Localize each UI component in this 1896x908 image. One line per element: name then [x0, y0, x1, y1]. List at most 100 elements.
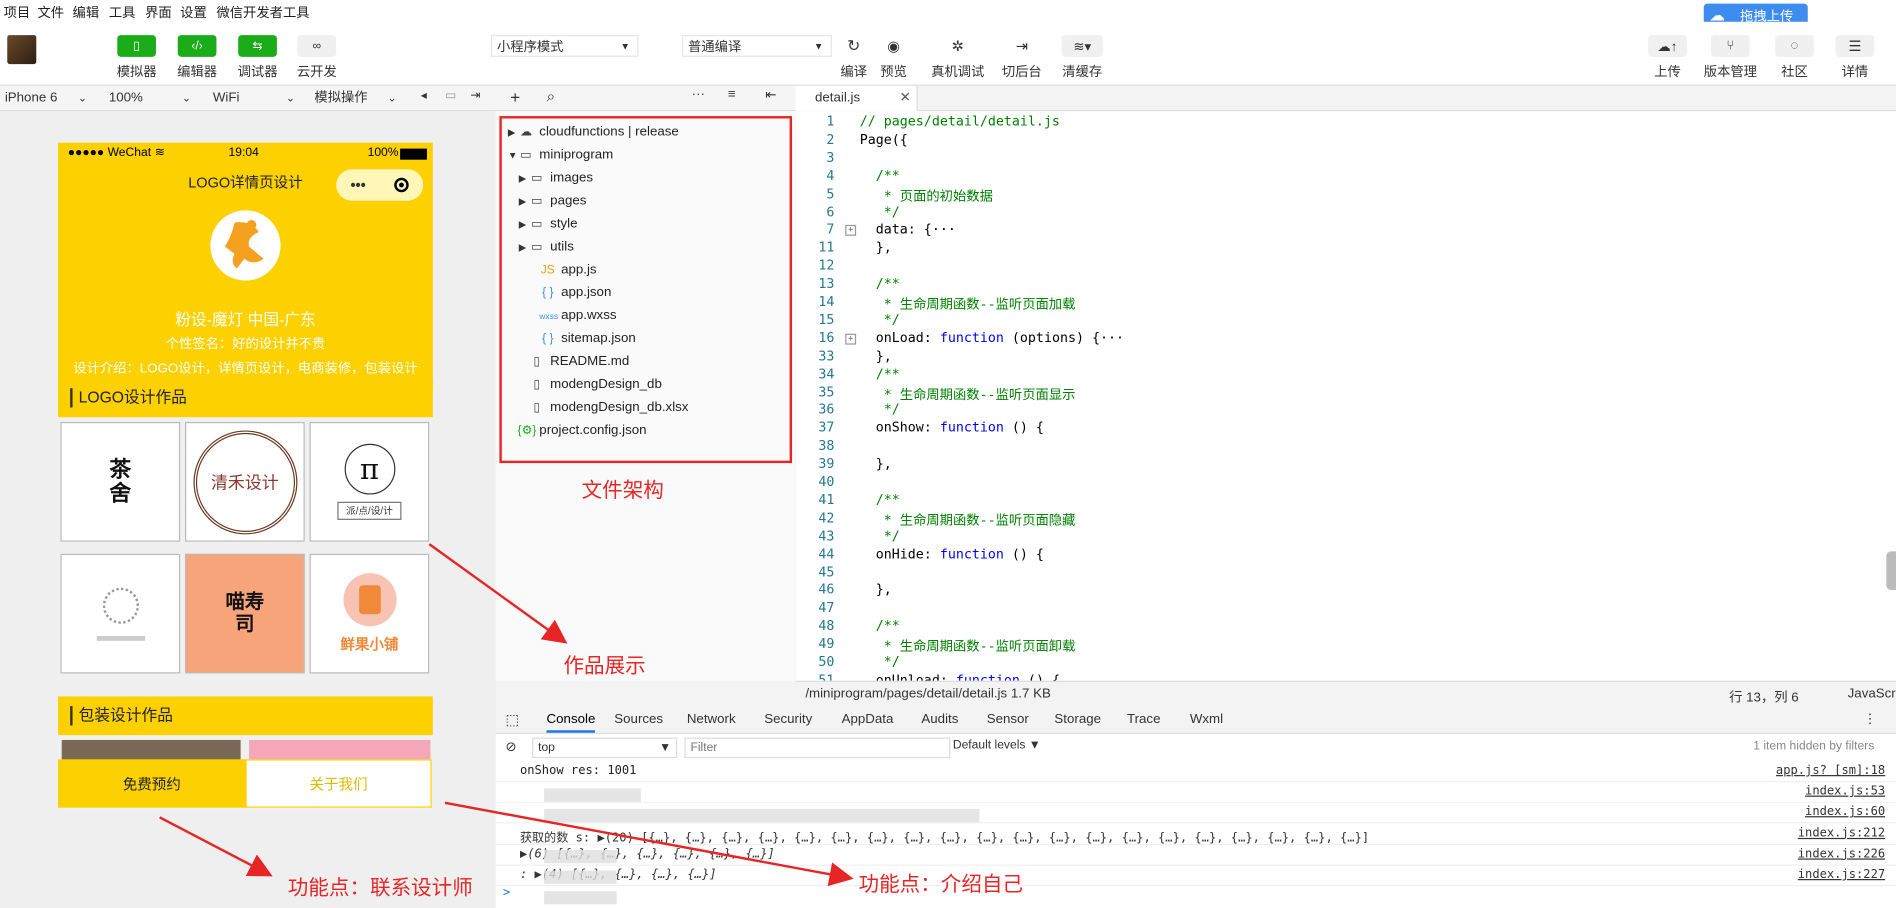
detach-icon[interactable]: ⇥ [470, 89, 480, 102]
search-icon[interactable]: ⌕ [547, 87, 556, 106]
compile-select[interactable]: 普通编译 ▼ [681, 35, 832, 57]
console-source-link[interactable]: index.js:227 [1798, 868, 1885, 881]
compile-button[interactable]: ↻ [834, 35, 874, 57]
devtools-tab[interactable]: Security [764, 712, 812, 727]
close-target-icon[interactable] [394, 177, 409, 193]
devtools-tab[interactable]: Audits [921, 712, 958, 727]
menu-tools[interactable]: 工具 [109, 2, 136, 21]
console-source-link[interactable]: index.js:226 [1798, 847, 1885, 860]
community-button[interactable]: ◌ [1775, 35, 1814, 57]
close-icon[interactable]: ✕ [900, 89, 911, 106]
tree-item[interactable]: { } sitemap.json [530, 328, 636, 351]
work-thumb-4[interactable] [60, 553, 181, 674]
tab-detail-js[interactable]: detail.js ✕ [795, 85, 918, 112]
menu-wechat-devtools[interactable]: 微信开发者工具 [216, 2, 309, 21]
sort-icon[interactable]: ≡ [728, 87, 736, 102]
avatar[interactable] [7, 35, 37, 65]
inspect-element-icon[interactable]: ⬚ [505, 711, 519, 728]
zoom-select[interactable]: 100% ⌄ [109, 88, 196, 107]
work-thumb-1[interactable]: 茶舍 [60, 421, 181, 542]
tree-item[interactable]: ▯ README.md [519, 351, 630, 374]
line-number: 43 [818, 527, 835, 544]
fold-toggle-icon[interactable]: + [845, 225, 857, 237]
menu-project[interactable]: 项目 [4, 2, 31, 21]
compile-select-value: 普通编译 [688, 39, 742, 55]
devtools-tab[interactable]: Sensor [987, 712, 1029, 727]
simulator-toggle-button[interactable]: ▯ [117, 35, 156, 57]
tree-item[interactable]: ▶ ▭ utils [519, 236, 574, 259]
console-prompt[interactable]: > [503, 886, 510, 899]
clear-cache-button[interactable]: ≋▾ [1061, 35, 1103, 57]
capsule-menu[interactable]: ••• [336, 169, 424, 201]
tree-item[interactable]: ▶ ▭ pages [519, 190, 587, 213]
about-us-button[interactable]: 关于我们 [245, 759, 432, 808]
menu-file[interactable]: 文件 [37, 2, 64, 21]
devtools-tab[interactable]: Console [546, 712, 596, 733]
tree-item[interactable]: {⚙} project.config.json [508, 420, 647, 443]
upload-button[interactable]: ☁↑ [1648, 35, 1687, 57]
tree-item[interactable]: ▼ ▭ miniprogram [508, 144, 613, 167]
devtools-tab[interactable]: Network [687, 712, 736, 727]
tree-item[interactable]: JS app.js [530, 259, 597, 282]
console-log-row: : ▶(4) [{…}, {…}, {…}, {…}] index.js:227 [495, 865, 1896, 887]
line-number: 49 [818, 636, 835, 652]
work-thumb-3[interactable]: π 派/点/设/计 [309, 421, 430, 542]
status-language[interactable]: JavaScript [1848, 687, 1896, 702]
more-dots-icon[interactable]: ••• [350, 177, 365, 194]
editor-scrollbar[interactable] [1886, 551, 1896, 591]
remote-debug-button[interactable]: ✲ [938, 35, 978, 57]
devtools-tab[interactable]: Trace [1127, 712, 1161, 727]
caret-down-icon: ▼ [507, 149, 518, 161]
details-button[interactable]: ☰ [1835, 35, 1875, 57]
work-thumb-6[interactable]: 鲜果小铺 [309, 553, 430, 674]
devtools-tab[interactable]: AppData [842, 712, 894, 727]
code-line: */ [859, 401, 900, 418]
context-select[interactable]: top ▼ [532, 737, 678, 759]
screen-icon[interactable]: ▭ [445, 89, 456, 102]
editor-toggle-button[interactable]: ‹/› [177, 35, 217, 57]
tree-item[interactable]: wxss app.wxss [530, 305, 616, 328]
menu-view[interactable]: 界面 [145, 2, 172, 21]
more-vertical-icon[interactable]: ⋮ [1863, 711, 1876, 727]
work-thumb-2[interactable]: 清禾设计 [185, 421, 305, 542]
add-file-icon[interactable]: + [510, 87, 520, 106]
clear-console-icon[interactable]: ⊘ [505, 739, 516, 755]
mode-select[interactable]: 小程序模式 ▼ [490, 35, 639, 57]
volume-icon[interactable]: ◂ [421, 89, 427, 102]
devtools-tab[interactable]: Wxml [1190, 712, 1223, 727]
tree-item[interactable]: ▶ ☁ cloudfunctions | release [508, 121, 679, 144]
tree-item[interactable]: { } app.json [530, 282, 611, 305]
background-switch-button[interactable]: ⇥ [1002, 35, 1042, 57]
console-source-link[interactable]: index.js:53 [1805, 785, 1885, 798]
menu-edit[interactable]: 编辑 [73, 2, 100, 21]
device-select[interactable]: iPhone 6 ⌄ [5, 88, 92, 107]
cloud-dev-button[interactable]: ∞ [297, 35, 337, 57]
fold-toggle-icon[interactable]: + [845, 333, 857, 345]
tree-item[interactable]: ▯ modengDesign_db [519, 374, 662, 397]
console-source-link[interactable]: app.js? [sm]:18 [1776, 764, 1885, 777]
collapse-panel-icon[interactable]: ⇤ [765, 87, 776, 103]
line-number: 39 [818, 455, 835, 472]
code-line: }, [859, 239, 892, 256]
book-free-button[interactable]: 免费预约 [58, 759, 246, 808]
tree-item[interactable]: ▯ modengDesign_db.xlsx [519, 397, 689, 420]
version-manage-button[interactable]: ⑂ [1711, 35, 1750, 57]
log-levels-select[interactable]: Default levels ▼ [953, 739, 1041, 752]
tree-item[interactable]: ▶ ▭ style [519, 213, 578, 236]
tree-item[interactable]: ▶ ▭ images [519, 167, 593, 190]
wxss-file-icon: wxss [539, 313, 559, 322]
menu-settings[interactable]: 设置 [180, 2, 207, 21]
more-icon[interactable]: ··· [692, 87, 705, 102]
debugger-toggle-button[interactable]: ⇆ [238, 35, 277, 57]
console-source-link[interactable]: index.js:60 [1805, 806, 1885, 819]
devtools-tab[interactable]: Storage [1054, 712, 1101, 727]
console-filter-input[interactable] [684, 737, 951, 759]
network-select[interactable]: WiFi ⌄ [213, 88, 300, 107]
work-thumb-5[interactable]: 喵寿司 [185, 553, 305, 674]
devtools-tab[interactable]: Sources [614, 712, 663, 727]
console-source-link[interactable]: index.js:212 [1798, 827, 1885, 840]
preview-button[interactable]: ◉ [874, 35, 913, 57]
code-editor[interactable]: 1 // pages/detail/detail.js 2 Page({3 4 /** 5… [795, 111, 1896, 688]
operation-select[interactable]: 模拟操作 ⌄ [314, 88, 401, 107]
line-number: 13 [818, 275, 835, 292]
